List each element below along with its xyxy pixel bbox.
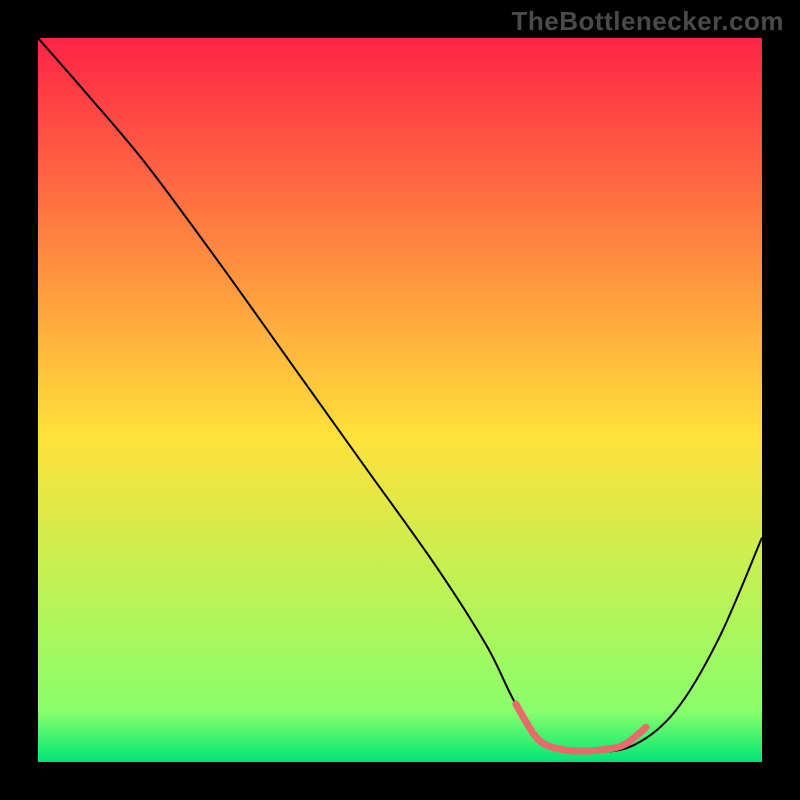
chart-svg	[38, 38, 762, 762]
watermark-text: TheBottlenecker.com	[512, 6, 784, 37]
chart-container: TheBottlenecker.com	[0, 0, 800, 800]
gradient-background	[38, 38, 762, 762]
plot-area	[38, 38, 762, 762]
